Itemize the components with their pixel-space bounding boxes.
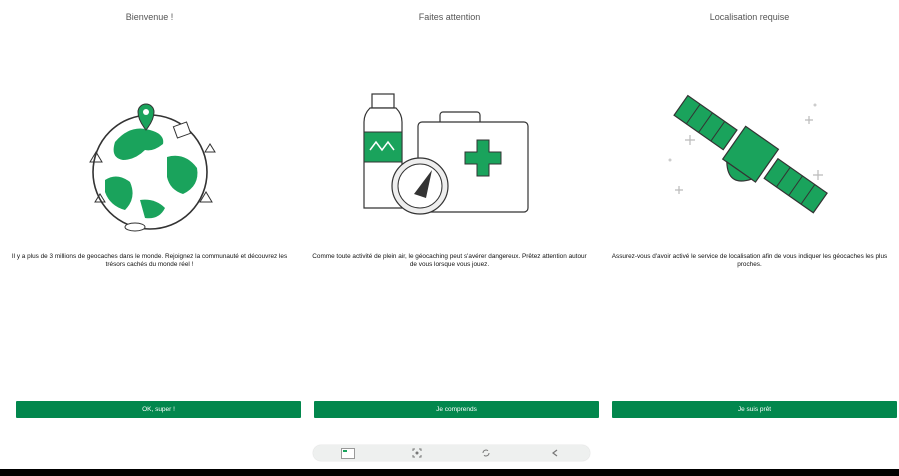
je-comprends-button[interactable]: Je comprends [314, 401, 599, 418]
screenshot-icon[interactable] [407, 446, 427, 460]
safety-illustration [362, 93, 529, 215]
ok-super-button[interactable]: OK, super ! [16, 401, 301, 418]
welcome-description: Il y a plus de 3 millions de geocaches d… [11, 253, 288, 268]
welcome-panel: Bienvenue ! Il y a plus de 3 millions de… [0, 0, 301, 430]
location-title: Localisation requise [709, 12, 790, 22]
rotate-icon[interactable] [476, 446, 496, 460]
caution-panel: Faites attention Comme toute activité de… [300, 0, 599, 430]
satellite-illustration [668, 94, 828, 214]
globe-illustration [88, 103, 216, 232]
caution-title: Faites attention [418, 12, 481, 22]
system-navigation-bar [0, 469, 899, 476]
floating-toolbar [313, 445, 590, 461]
share-icon[interactable] [545, 446, 565, 460]
welcome-title: Bienvenue ! [125, 12, 174, 22]
location-panel: Localisation requise Assurez-vous d'avoi… [600, 0, 899, 430]
location-description: Assurez-vous d'avoir activé le service d… [611, 253, 888, 268]
caution-description: Comme toute activité de plein air, le gé… [312, 253, 587, 268]
app-thumbnail-icon[interactable] [338, 446, 358, 460]
je-suis-pret-button[interactable]: Je suis prêt [612, 401, 897, 418]
